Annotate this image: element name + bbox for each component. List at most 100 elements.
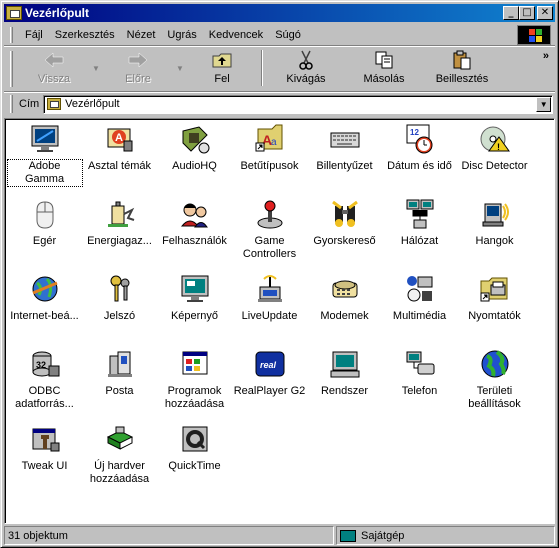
control-panel-item[interactable]: A Asztal témák <box>82 123 157 198</box>
control-panel-item-label: Képernyő <box>170 310 219 322</box>
keys-icon <box>104 273 136 305</box>
control-panel-item[interactable]: Internet-beá... <box>7 273 82 348</box>
control-panel-item-label: Rendszer <box>320 385 369 397</box>
sounds-icon <box>479 198 511 230</box>
menu-go[interactable]: Ugrás <box>161 29 202 41</box>
control-panel-item-label: Hangok <box>475 235 514 247</box>
control-panel-item[interactable]: Képernyő <box>157 273 232 348</box>
scissors-icon <box>299 50 313 70</box>
copy-button[interactable]: Másolás <box>345 48 423 88</box>
up-button[interactable]: Fel <box>187 48 257 88</box>
control-panel-item[interactable]: ! Disc Detector <box>457 123 532 198</box>
menu-bar: Fájl Szerkesztés Nézet Ugrás Kedvencek S… <box>4 24 555 46</box>
icon-grid: Adobe Gamma A Asztal témák AudioHQ Aa Betűtíp… <box>6 123 532 498</box>
menu-edit[interactable]: Szerkesztés <box>49 29 121 41</box>
address-grip[interactable] <box>10 95 13 113</box>
display-icon <box>179 273 211 305</box>
forward-label: Előre <box>125 73 151 85</box>
control-panel-item[interactable]: QuickTime <box>157 423 232 498</box>
control-panel-item[interactable]: Aa Betűtípusok <box>232 123 307 198</box>
control-panel-item-label: LiveUpdate <box>241 310 298 322</box>
control-panel-item-label: Gyorskereső <box>313 235 376 247</box>
control-panel-item[interactable]: Tweak UI <box>7 423 82 498</box>
forward-button[interactable]: Előre <box>103 48 173 88</box>
address-dropdown-icon[interactable]: ▼ <box>536 96 552 112</box>
control-panel-item[interactable]: Nyomtatók <box>457 273 532 348</box>
windows-logo-icon <box>517 25 551 45</box>
joystick-icon <box>254 198 286 230</box>
network-icon <box>404 198 436 230</box>
cut-button[interactable]: Kivágás <box>267 48 345 88</box>
control-panel-item[interactable]: Hálózat <box>382 198 457 273</box>
telephony-icon <box>404 348 436 380</box>
control-panel-item-label: Billentyűzet <box>316 160 373 172</box>
back-dropdown-icon[interactable]: ▼ <box>89 64 103 73</box>
paste-button[interactable]: Beillesztés <box>423 48 501 88</box>
control-panel-item[interactable]: 12 Dátum és idő <box>382 123 457 198</box>
status-location: Sajátgép <box>361 529 405 542</box>
control-panel-item[interactable]: LiveUpdate <box>232 273 307 348</box>
control-panel-small-icon <box>47 98 62 110</box>
control-panel-item-label: Asztal témák <box>88 160 151 172</box>
add-hardware-icon <box>104 423 136 455</box>
control-panel-item[interactable]: Posta <box>82 348 157 423</box>
control-panel-item-label: Posta <box>105 385 134 397</box>
address-field[interactable]: Vezérlőpult ▼ <box>43 94 554 114</box>
control-panel-item[interactable]: Energiagaz... <box>82 198 157 273</box>
back-button[interactable]: Vissza <box>19 48 89 88</box>
multimedia-icon <box>404 273 436 305</box>
control-panel-item[interactable]: Felhasználók <box>157 198 232 273</box>
control-panel-item[interactable]: Programok hozzáadása <box>157 348 232 423</box>
control-panel-item[interactable]: Egér <box>7 198 82 273</box>
control-panel-item[interactable]: Jelszó <box>82 273 157 348</box>
control-panel-item[interactable]: Hangok <box>457 198 532 273</box>
close-button[interactable]: ✕ <box>537 6 553 20</box>
address-value[interactable]: Vezérlőpult <box>65 98 119 110</box>
svg-text:12: 12 <box>410 128 419 137</box>
mouse-icon <box>29 198 61 230</box>
control-panel-item[interactable]: Új hardver hozzáadása <box>82 423 157 498</box>
control-panel-item[interactable]: Rendszer <box>307 348 382 423</box>
control-panel-item[interactable]: Telefon <box>382 348 457 423</box>
menu-file[interactable]: Fájl <box>19 29 49 41</box>
liveupdate-icon <box>254 273 286 305</box>
address-label: Cím <box>19 98 40 110</box>
control-panel-item[interactable]: Game Controllers <box>232 198 307 273</box>
title-bar[interactable]: Vezérlőpult _ □ ✕ <box>4 4 555 22</box>
my-computer-icon <box>340 529 356 542</box>
back-label: Vissza <box>37 73 71 85</box>
status-count: 31 objektum <box>4 526 334 545</box>
control-panel-item[interactable]: 32 ODBC adatforrás... <box>7 348 82 423</box>
toolbar-chevron-icon[interactable]: » <box>543 50 549 62</box>
back-arrow-icon <box>44 52 64 68</box>
toolbar-grip[interactable] <box>10 51 13 87</box>
control-panel-item[interactable]: Multimédia <box>382 273 457 348</box>
control-panel-item[interactable]: AudioHQ <box>157 123 232 198</box>
control-panel-item[interactable]: Modemek <box>307 273 382 348</box>
forward-dropdown-icon[interactable]: ▼ <box>173 64 187 73</box>
icon-view[interactable]: Adobe Gamma A Asztal témák AudioHQ Aa Betűtíp… <box>4 118 555 524</box>
keyboard-icon <box>329 123 361 155</box>
menu-grip[interactable] <box>10 26 13 43</box>
disc-detector-icon: ! <box>479 123 511 155</box>
control-panel-item-label: Adobe Gamma <box>6 159 83 187</box>
desktop-themes-icon: A <box>104 123 136 155</box>
menu-view[interactable]: Nézet <box>121 29 162 41</box>
control-panel-item-label: QuickTime <box>168 460 221 472</box>
control-panel-item[interactable]: real RealPlayer G2 <box>232 348 307 423</box>
control-panel-item[interactable]: Területi beállítások <box>457 348 532 423</box>
control-panel-item-label: AudioHQ <box>172 160 217 172</box>
control-panel-item[interactable]: Adobe Gamma <box>6 123 83 198</box>
control-panel-item[interactable]: Gyorskereső <box>307 198 382 273</box>
control-panel-icon <box>6 6 22 20</box>
minimize-button[interactable]: _ <box>503 6 519 20</box>
menu-favorites[interactable]: Kedvencek <box>203 29 269 41</box>
control-panel-item[interactable]: Billentyűzet <box>307 123 382 198</box>
up-folder-icon <box>212 53 232 68</box>
paste-icon <box>453 50 471 70</box>
menu-help[interactable]: Súgó <box>269 29 307 41</box>
svg-text:real: real <box>260 360 277 370</box>
status-location-panel: Sajátgép <box>336 526 555 545</box>
maximize-button[interactable]: □ <box>519 6 535 20</box>
printers-folder-icon <box>479 273 511 305</box>
